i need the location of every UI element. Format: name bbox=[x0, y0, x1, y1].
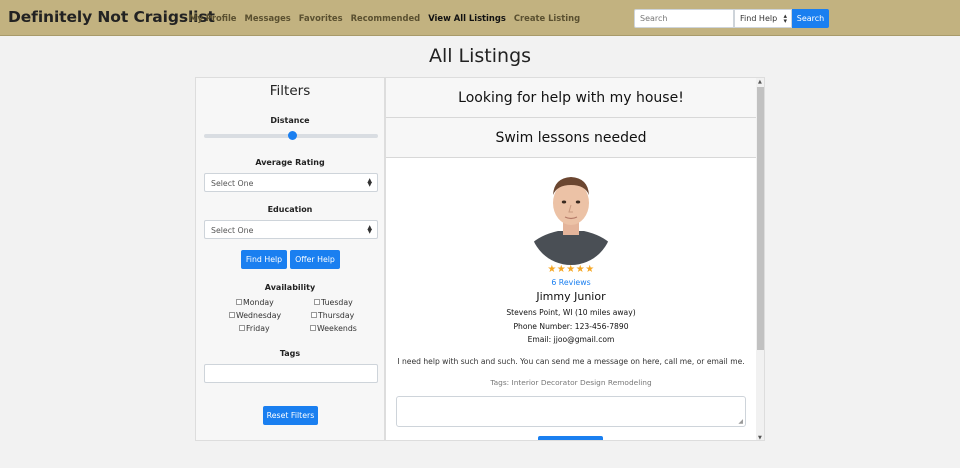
checkbox-monday[interactable]: Monday bbox=[236, 298, 274, 307]
filters-title: Filters bbox=[269, 83, 311, 99]
listing-tags: Tags: Interior Decorator Design Remodeli… bbox=[490, 378, 652, 387]
tags-label: Tags bbox=[279, 349, 301, 358]
availability-label: Availability bbox=[264, 283, 316, 292]
nav-create-listing[interactable]: Create Listing bbox=[514, 13, 580, 23]
nav-view-all-listings[interactable]: View All Listings bbox=[428, 13, 506, 23]
scrollbar-thumb[interactable] bbox=[757, 87, 764, 350]
brand-logo[interactable]: Definitely Not Craigslist bbox=[8, 8, 215, 26]
checkbox-weekends[interactable]: Weekends bbox=[310, 324, 357, 333]
resize-grip-icon[interactable]: ◢ bbox=[738, 418, 743, 425]
search-input[interactable] bbox=[634, 9, 734, 28]
send-message-button[interactable] bbox=[538, 436, 603, 440]
checkbox-tuesday[interactable]: Tuesday bbox=[314, 298, 353, 307]
checkbox-thursday[interactable]: Thursday bbox=[311, 311, 354, 320]
page-title: All Listings bbox=[428, 45, 532, 67]
profile-location: Stevens Point, WI (10 miles away) bbox=[506, 308, 636, 317]
distance-label: Distance bbox=[270, 116, 310, 125]
checkbox-icon bbox=[314, 299, 320, 305]
select-arrows-icon: ▲ ▼ bbox=[367, 177, 372, 188]
reset-filters-button[interactable]: Reset Filters bbox=[263, 406, 318, 425]
avatar bbox=[530, 165, 612, 265]
profile-name: Jimmy Junior bbox=[536, 290, 606, 303]
average-rating-value: Select One bbox=[211, 179, 254, 188]
education-label: Education bbox=[267, 205, 313, 214]
average-rating-select[interactable]: Select One ▲ ▼ bbox=[204, 173, 378, 192]
reviews-link[interactable]: 6 Reviews bbox=[386, 278, 756, 287]
find-help-button[interactable]: Find Help bbox=[241, 250, 287, 269]
checkbox-label: Friday bbox=[246, 324, 270, 333]
nav-my-profile[interactable]: My Profile bbox=[189, 13, 237, 23]
profile-phone: Phone Number: 123-456-7890 bbox=[513, 322, 629, 331]
checkbox-label: Weekends bbox=[317, 324, 357, 333]
filters-panel: Filters Distance Average Rating Select O… bbox=[195, 77, 385, 441]
message-textarea[interactable]: ◢ bbox=[396, 396, 746, 427]
scroll-down-arrow-icon[interactable]: ▼ bbox=[758, 435, 762, 440]
avatar-photo bbox=[530, 165, 612, 265]
select-arrows-icon: ▲ ▼ bbox=[367, 224, 372, 235]
listings-scrollbar[interactable]: ▲ ▼ bbox=[756, 78, 764, 440]
listing-header-house[interactable]: Looking for help with my house! bbox=[386, 78, 756, 118]
checkbox-icon bbox=[229, 312, 235, 318]
checkbox-label: Wednesday bbox=[236, 311, 282, 320]
offer-help-button[interactable]: Offer Help bbox=[290, 250, 340, 269]
rating-stars-icon: ★★★★★ bbox=[547, 264, 595, 275]
checkbox-icon bbox=[236, 299, 242, 305]
checkbox-label: Thursday bbox=[318, 311, 355, 320]
checkbox-label: Tuesday bbox=[321, 298, 353, 307]
checkbox-friday[interactable]: Friday bbox=[239, 324, 270, 333]
scroll-up-arrow-icon[interactable]: ▲ bbox=[758, 79, 762, 85]
top-navbar: Definitely Not Craigslist My Profile Mes… bbox=[0, 0, 960, 36]
listing-header-swim[interactable]: Swim lessons needed bbox=[386, 118, 756, 158]
nav-links: My Profile Messages Favorites Recommende… bbox=[189, 13, 588, 23]
tags-input[interactable] bbox=[204, 364, 378, 383]
profile-email: Email: jjoo@gmail.com bbox=[527, 335, 615, 344]
education-value: Select One bbox=[211, 226, 254, 235]
checkbox-icon bbox=[310, 325, 316, 331]
nav-messages[interactable]: Messages bbox=[245, 13, 291, 23]
checkbox-icon bbox=[311, 312, 317, 318]
checkbox-label: Monday bbox=[243, 298, 274, 307]
select-arrows-icon: ▴ ▾ bbox=[783, 12, 787, 25]
checkbox-icon bbox=[239, 325, 245, 331]
average-rating-label: Average Rating bbox=[255, 158, 325, 167]
nav-favorites[interactable]: Favorites bbox=[299, 13, 343, 23]
distance-slider-thumb[interactable] bbox=[288, 131, 297, 140]
checkbox-wednesday[interactable]: Wednesday bbox=[229, 311, 281, 320]
nav-recommended[interactable]: Recommended bbox=[351, 13, 421, 23]
search-button[interactable]: Search bbox=[792, 9, 829, 28]
education-select[interactable]: Select One ▲ ▼ bbox=[204, 220, 378, 239]
search-type-value: Find Help bbox=[740, 14, 778, 23]
search-type-select[interactable]: Find Help ▴ ▾ bbox=[734, 9, 792, 28]
listings-panel: Looking for help with my house! Swim les… bbox=[385, 77, 765, 441]
listing-description: I need help with such and such. You can … bbox=[397, 357, 745, 366]
